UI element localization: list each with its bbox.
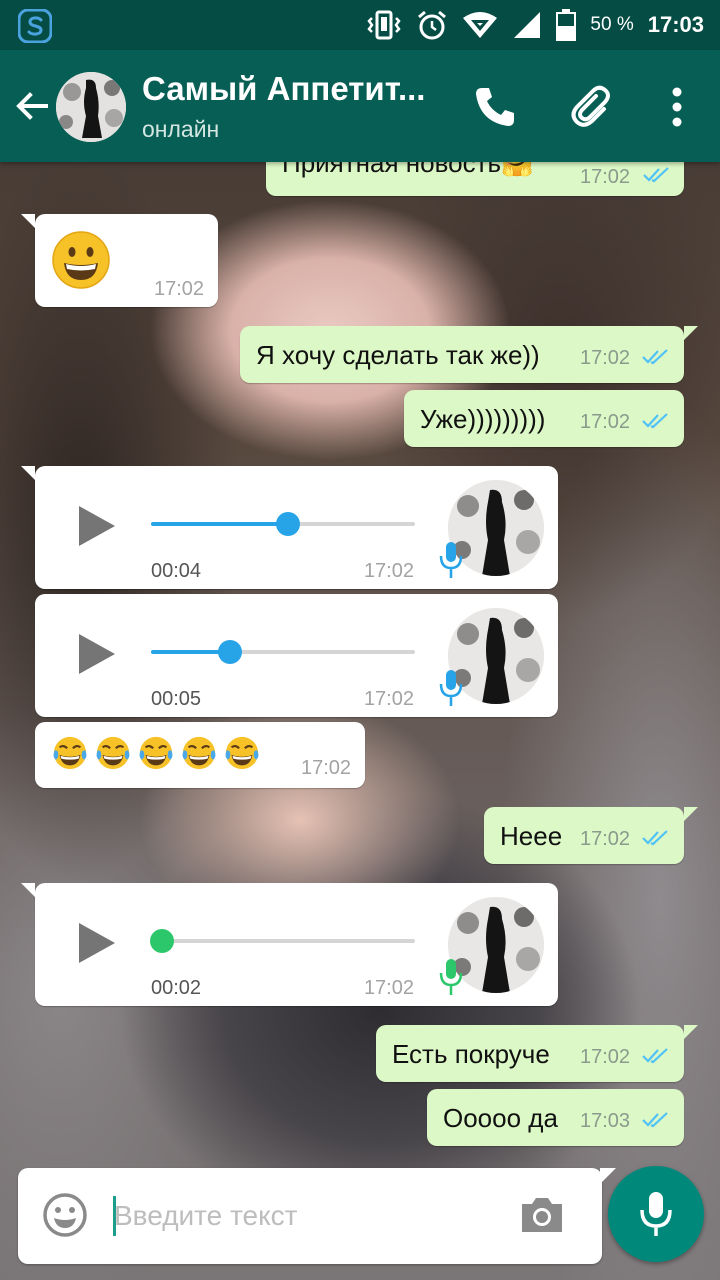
- emoji-row: [51, 734, 261, 772]
- vibrate-icon: [367, 10, 402, 40]
- message-time: 17:03: [580, 1110, 631, 1132]
- message-bubble-outgoing[interactable]: Ооооо да 17:03: [427, 1089, 684, 1146]
- voice-progress-track[interactable]: [149, 929, 415, 953]
- voice-duration: 00:02: [151, 977, 202, 999]
- paperclip-icon[interactable]: [566, 82, 614, 130]
- voice-seek-handle[interactable]: [218, 640, 243, 664]
- message-bubble-outgoing[interactable]: Уже))))))))) 17:02: [404, 390, 684, 447]
- message-time: 17:02: [301, 757, 352, 779]
- message-bubble-outgoing[interactable]: Приятная новость🤗 17:02: [266, 162, 684, 196]
- microphone-icon: [439, 542, 463, 578]
- voice-seek-handle[interactable]: [276, 512, 301, 536]
- chat-title[interactable]: Самый Аппетит...: [142, 70, 425, 108]
- tears-of-joy-emoji: [182, 736, 216, 770]
- message-text: Есть покруче: [392, 1039, 550, 1069]
- voice-progress-track[interactable]: [151, 640, 415, 664]
- message-bubble-outgoing[interactable]: Есть покруче 17:02: [376, 1025, 698, 1082]
- message-text: Ооооо да: [443, 1103, 558, 1133]
- message-bubble-outgoing[interactable]: Я хочу сделать так же)) 17:02: [240, 326, 698, 383]
- message-composer: [18, 1168, 616, 1264]
- message-text: Неее: [500, 821, 563, 851]
- microphone-icon: [439, 670, 463, 706]
- camera-icon[interactable]: [518, 1192, 566, 1238]
- tears-of-joy-emoji: [139, 736, 173, 770]
- microphone-icon: [439, 959, 463, 995]
- app-notification-icon: [18, 9, 52, 43]
- read-ticks-icon: [642, 830, 668, 846]
- message-bubble-outgoing[interactable]: Неее 17:02: [484, 807, 698, 864]
- status-clock: 17:03: [647, 12, 704, 37]
- play-icon[interactable]: [75, 502, 119, 550]
- message-list[interactable]: Приятная новость🤗 17:02 17:02 Я хочу сде…: [0, 162, 720, 1162]
- message-time: 17:02: [363, 977, 414, 999]
- read-ticks-icon: [642, 413, 668, 429]
- message-time: 17:02: [580, 828, 631, 850]
- read-ticks-icon: [643, 167, 669, 183]
- chat-header: Самый Аппетит... онлайн: [0, 50, 720, 162]
- phone-icon[interactable]: [472, 84, 518, 130]
- message-time: 17:02: [363, 688, 414, 710]
- voice-message[interactable]: 00:05 17:02: [35, 594, 558, 717]
- voice-duration: 00:04: [151, 560, 202, 582]
- battery-icon: [556, 9, 577, 41]
- emoji-icon[interactable]: [42, 1192, 88, 1238]
- play-icon[interactable]: [75, 630, 119, 678]
- message-time: 17:02: [580, 411, 631, 433]
- read-ticks-icon: [642, 1112, 668, 1128]
- message-text: Приятная новость🤗: [282, 162, 534, 178]
- message-time: 17:02: [363, 560, 414, 582]
- read-ticks-icon: [642, 349, 668, 365]
- contact-photo: [56, 72, 126, 142]
- voice-message[interactable]: 00:04 17:02: [21, 466, 558, 589]
- message-time: 17:02: [154, 278, 205, 300]
- wifi-icon: [463, 12, 498, 38]
- message-bubble-incoming[interactable]: 17:02: [21, 214, 218, 307]
- tears-of-joy-emoji: [225, 736, 259, 770]
- read-ticks-icon: [642, 1048, 668, 1064]
- battery-percent: 50 %: [590, 14, 634, 35]
- message-time: 17:02: [580, 347, 631, 369]
- voice-message[interactable]: 00:02 17:02: [21, 883, 558, 1006]
- message-input[interactable]: [114, 1190, 494, 1242]
- message-time: 17:02: [580, 166, 631, 188]
- alarm-icon: [418, 10, 447, 40]
- cell-signal-icon: [514, 12, 541, 38]
- microphone-icon: [640, 1192, 672, 1236]
- voice-progress-track[interactable]: [151, 512, 415, 536]
- voice-duration: 00:05: [151, 688, 202, 710]
- more-vert-icon[interactable]: [660, 84, 694, 130]
- play-icon[interactable]: [75, 919, 119, 967]
- contact-avatar[interactable]: [56, 72, 126, 142]
- voice-seek-handle[interactable]: [149, 929, 174, 953]
- presence-status: онлайн: [142, 116, 220, 142]
- message-text: Уже))))))))): [420, 404, 546, 434]
- tears-of-joy-emoji: [53, 736, 87, 770]
- message-time: 17:02: [580, 1046, 631, 1068]
- record-voice-button[interactable]: [608, 1166, 704, 1262]
- message-text: Я хочу сделать так же)): [256, 340, 540, 370]
- voice-progress-fill: [151, 522, 289, 526]
- status-bar: 50 % 17:03: [0, 0, 720, 50]
- back-arrow-icon[interactable]: [12, 86, 52, 126]
- grinning-face-emoji: [52, 231, 110, 289]
- message-bubble-incoming[interactable]: 17:02: [35, 722, 365, 788]
- tears-of-joy-emoji: [96, 736, 130, 770]
